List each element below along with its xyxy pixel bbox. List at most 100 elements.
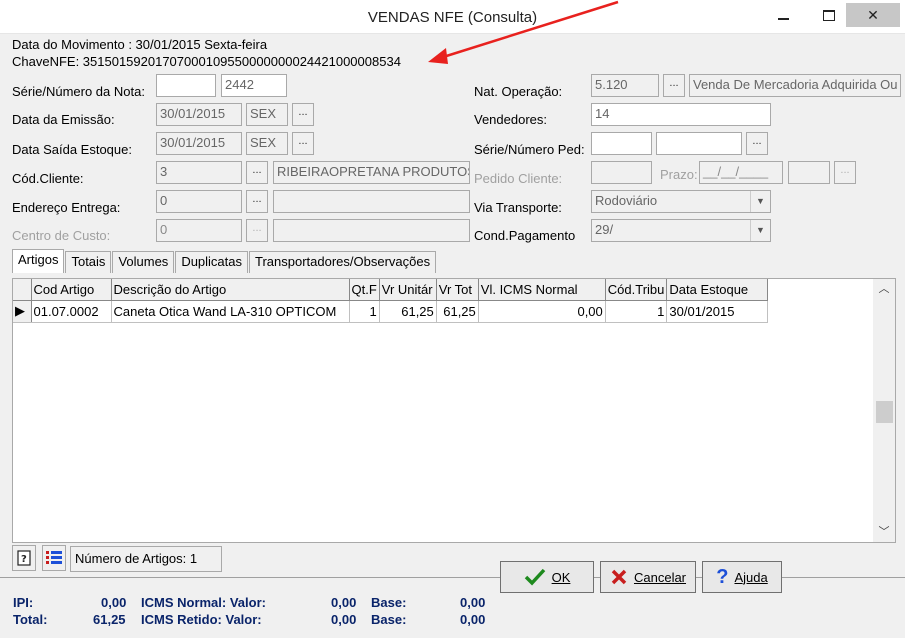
base-label-2: Base: [371, 612, 407, 627]
chevron-down-icon[interactable]: ▼ [750, 191, 770, 212]
table-row[interactable]: ▶ 01.07.0002 Caneta Otica Wand LA-310 OP… [13, 300, 769, 323]
centro-custo-label: Centro de Custo: [12, 228, 111, 243]
pedido-cliente-label: Pedido Cliente: [474, 171, 563, 186]
serie-numero-label: Série/Número da Nota: [12, 84, 145, 99]
scroll-up-icon[interactable]: ︿ [873, 279, 895, 299]
col-header-cod-tributo[interactable]: Cód.Tribu [605, 279, 668, 301]
cell-cod-tributo[interactable]: 1 [605, 300, 668, 323]
tab-totais[interactable]: Totais [65, 251, 112, 273]
cell-cod-artigo[interactable]: 01.07.0002 [31, 300, 112, 323]
close-button[interactable]: ✕ [846, 3, 900, 27]
endereco-desc-field [273, 190, 470, 213]
via-transporte-label: Via Transporte: [474, 200, 562, 215]
artigos-grid[interactable]: Cod Artigo Descrição do Artigo Qt.F Vr U… [12, 278, 896, 543]
base-label-1: Base: [371, 595, 407, 610]
via-transporte-select[interactable]: Rodoviário [591, 190, 771, 213]
base-value-1: 0,00 [460, 595, 486, 610]
nat-operacao-label: Nat. Operação: [474, 84, 563, 99]
cancel-label: Cancelar [633, 569, 687, 585]
col-header-vr-unitario[interactable]: Vr Unitár [379, 279, 437, 301]
numero-field[interactable]: 2442 [221, 74, 287, 97]
list-icon [46, 551, 62, 564]
list-view-button[interactable] [42, 545, 66, 571]
total-value: 61,25 [93, 612, 126, 627]
col-header-data-estoque[interactable]: Data Estoque [666, 279, 769, 301]
data-emissao-lookup-button[interactable]: ... [292, 103, 314, 126]
cliente-lookup-button[interactable]: ... [246, 161, 268, 184]
nat-operacao-field[interactable]: 5.120 [591, 74, 659, 97]
tab-artigos[interactable]: Artigos [12, 249, 65, 273]
minimize-button[interactable] [760, 3, 806, 27]
form-body: Data do Movimento : 30/01/2015 Sexta-fei… [0, 34, 905, 638]
cell-vr-total[interactable]: 61,25 [436, 300, 479, 323]
data-saida-label: Data Saída Estoque: [12, 142, 132, 157]
cancel-button[interactable]: Cancelar [600, 561, 696, 593]
centro-custo-lookup-button: ... [246, 219, 268, 242]
cod-cliente-field[interactable]: 3 [156, 161, 242, 184]
icms-retido-label: ICMS Retido: Valor: [141, 612, 262, 627]
close-icon: ✕ [867, 6, 879, 23]
endereco-lookup-button[interactable]: ... [246, 190, 268, 213]
ipi-label: IPI: [13, 595, 34, 610]
data-saida-field[interactable]: 30/01/2015 [156, 132, 242, 155]
col-header-icms-normal[interactable]: Vl. ICMS Normal [478, 279, 606, 301]
cell-descricao[interactable]: Caneta Otica Wand LA-310 OPTICOM [111, 300, 350, 323]
col-header-cod-artigo[interactable]: Cod Artigo [31, 279, 112, 301]
numero-ped-field[interactable] [656, 132, 742, 155]
nat-operacao-lookup-button[interactable]: ... [663, 74, 685, 97]
cell-qt[interactable]: 1 [349, 300, 380, 323]
cell-data-estoque[interactable]: 30/01/2015 [666, 300, 769, 323]
scroll-down-icon[interactable]: ﹀ [873, 522, 895, 542]
centro-custo-field: 0 [156, 219, 242, 242]
help-book-button[interactable]: ? [12, 545, 36, 571]
centro-custo-desc-field [273, 219, 470, 242]
svg-text:?: ? [21, 554, 27, 565]
cond-pagamento-label: Cond.Pagamento [474, 228, 576, 243]
data-emissao-label: Data da Emissão: [12, 112, 115, 127]
help-button[interactable]: ? Ajuda [702, 561, 782, 593]
cell-icms-normal[interactable]: 0,00 [478, 300, 606, 323]
prazo-field: __/__/____ [699, 161, 783, 184]
cancel-x-icon [611, 569, 627, 585]
total-label: Total: [13, 612, 48, 627]
icms-normal-label: ICMS Normal: Valor: [141, 595, 266, 610]
movimento-info: Data do Movimento : 30/01/2015 Sexta-fei… [12, 37, 268, 52]
ok-label: OK [551, 569, 571, 585]
tab-transportadores[interactable]: Transportadores/Observações [249, 251, 437, 273]
base-value-2: 0,00 [460, 612, 486, 627]
serie-ped-field[interactable] [591, 132, 652, 155]
help-label: Ajuda [734, 569, 768, 585]
col-header-vr-total[interactable]: Vr Tot [436, 279, 479, 301]
pedido-lookup-button[interactable]: ... [746, 132, 768, 155]
vendedores-field[interactable]: 14 [591, 103, 771, 126]
grid-vertical-scrollbar[interactable]: ︿ ﹀ [873, 279, 895, 542]
maximize-icon [823, 9, 835, 21]
icms-normal-value: 0,00 [331, 595, 357, 610]
cell-vr-unitario[interactable]: 61,25 [379, 300, 437, 323]
tab-volumes[interactable]: Volumes [112, 251, 175, 273]
question-mark-icon: ? [716, 565, 729, 588]
row-indicator-icon: ▶ [13, 300, 32, 323]
data-emissao-dia-field: SEX [246, 103, 288, 126]
serie-ped-label: Série/Número Ped: [474, 142, 585, 157]
ipi-value: 0,00 [101, 595, 127, 610]
chave-nfe-info: ChaveNFE: 351501592017070001095500000000… [12, 54, 401, 69]
data-emissao-field[interactable]: 30/01/2015 [156, 103, 242, 126]
grid-indicator-header [13, 279, 32, 301]
col-header-descricao[interactable]: Descrição do Artigo [111, 279, 350, 301]
scroll-thumb[interactable] [876, 401, 893, 423]
tab-strip: Artigos Totais Volumes Duplicatas Transp… [12, 249, 437, 273]
pedido-cliente-field [591, 161, 652, 184]
cond-pagamento-select[interactable]: 29/ [591, 219, 771, 242]
endereco-field[interactable]: 0 [156, 190, 242, 213]
artigos-table: Cod Artigo Descrição do Artigo Qt.F Vr U… [13, 279, 769, 323]
numero-artigos-status: Número de Artigos: 1 [70, 546, 222, 572]
serie-field[interactable] [156, 74, 216, 97]
data-saida-lookup-button[interactable]: ... [292, 132, 314, 155]
col-header-qt[interactable]: Qt.F [349, 279, 380, 301]
title-bar: VENDAS NFE (Consulta) ✕ [0, 0, 905, 34]
chevron-down-icon[interactable]: ▼ [750, 220, 770, 241]
icms-retido-value: 0,00 [331, 612, 357, 627]
tab-duplicatas[interactable]: Duplicatas [175, 251, 249, 273]
ok-button[interactable]: OK [500, 561, 594, 593]
